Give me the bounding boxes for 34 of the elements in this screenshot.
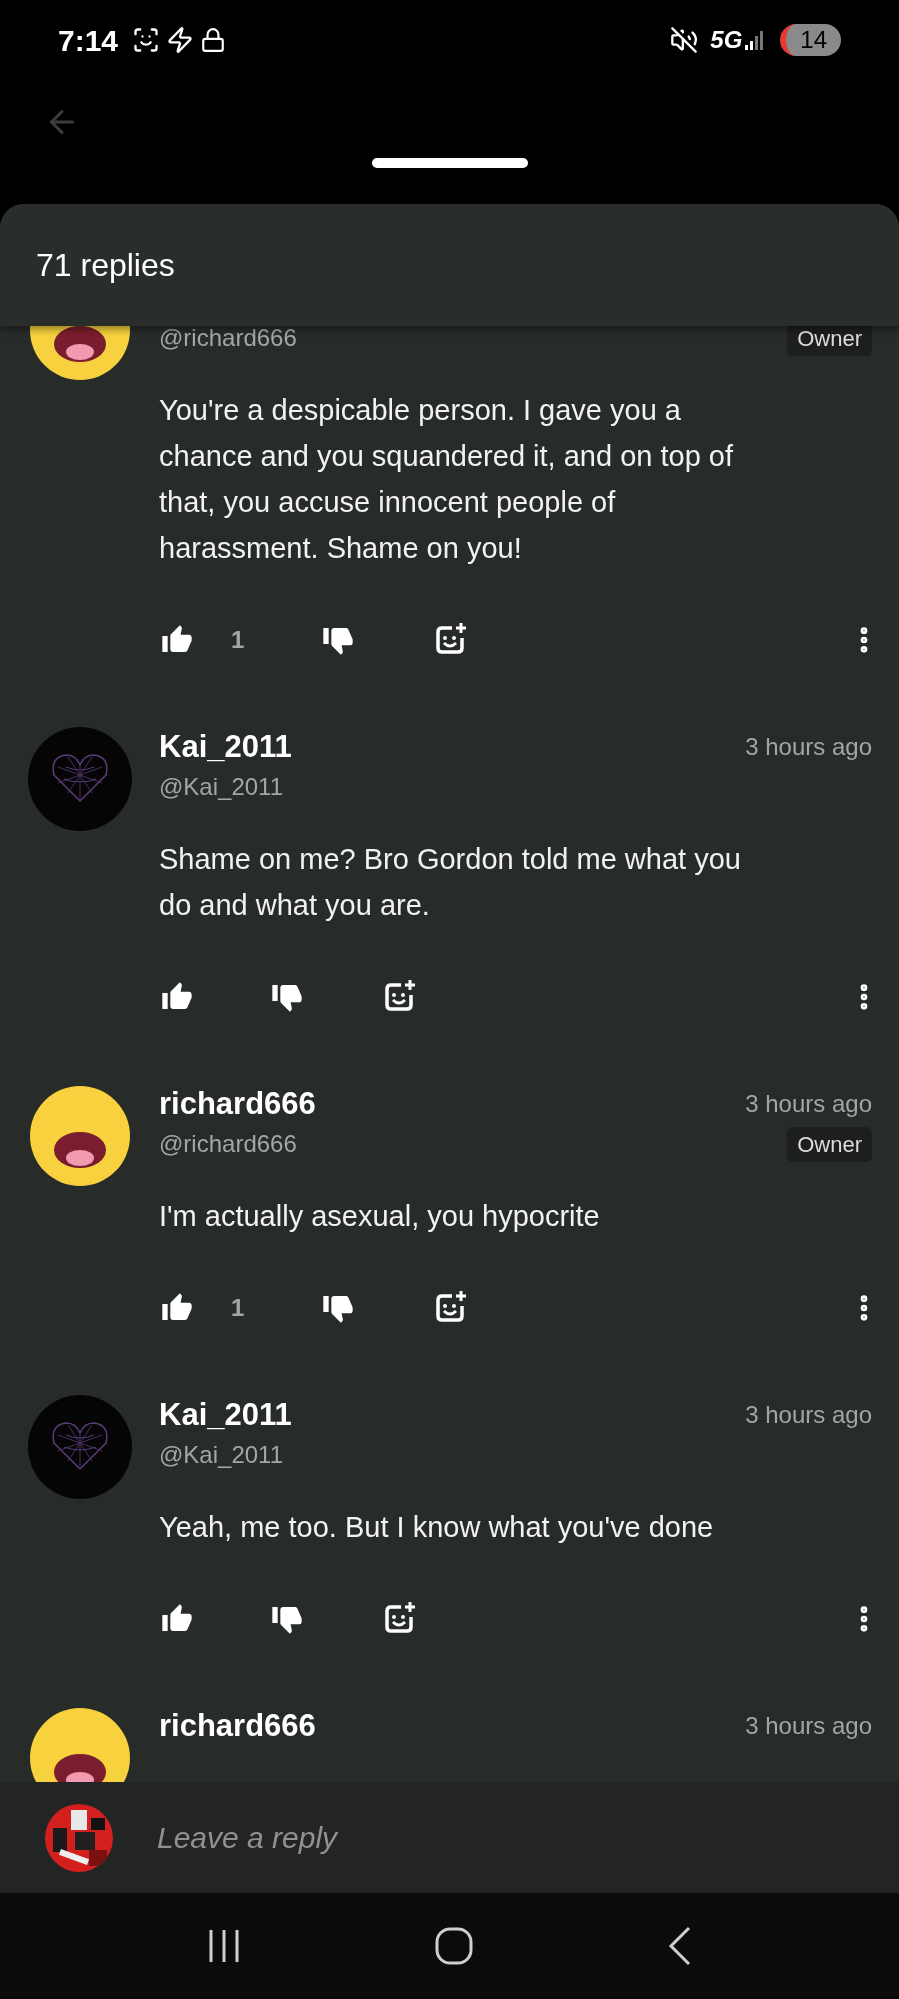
author-handle: @Kai_2011 <box>159 772 283 802</box>
lock-icon <box>200 27 227 53</box>
author-name[interactable]: richard666 <box>159 1080 316 1128</box>
reply-field[interactable]: Leave a reply <box>0 1782 899 1893</box>
network-type: 5G <box>710 25 743 55</box>
comment-text: Yeah, me too. But I know what you've done <box>159 1510 715 1545</box>
like-count: 1 <box>231 625 245 655</box>
comment-text: You're a despicable person. I gave you a chance and you squandered it, and on top of that, you accuse innocent people of harassment. Shame on you! <box>159 393 734 566</box>
timestamp: 3 hours ago <box>745 732 872 762</box>
timestamp: 3 hours ago <box>745 1711 872 1741</box>
comment-text: Shame on me? Bro Gordon told me what you do and what you are. <box>159 842 742 923</box>
battery-indicator: 14 <box>780 24 841 56</box>
screenshot-icon <box>132 26 161 54</box>
reply-input[interactable]: Leave a reply <box>157 1815 899 1860</box>
author-handle: @richard666 <box>159 1129 297 1159</box>
drag-handle[interactable] <box>371 158 528 168</box>
author-name[interactable]: richard666 <box>159 1702 316 1750</box>
author-name[interactable]: Kai_2011 <box>159 723 292 771</box>
timestamp: 3 hours ago <box>745 1089 872 1119</box>
owner-badge: Owner <box>787 326 872 356</box>
clock: 7:14 <box>58 22 119 59</box>
like-count: 1 <box>231 1293 245 1323</box>
flash-icon <box>166 26 195 54</box>
replies-count: 71 replies <box>36 246 175 285</box>
comment-text: I'm actually asexual, you hypocrite <box>159 1199 601 1234</box>
timestamp: 3 hours ago <box>745 1400 872 1430</box>
author-handle: @richard666 <box>159 326 297 353</box>
mute-icon <box>670 26 699 54</box>
owner-badge: Owner <box>787 1126 872 1162</box>
author-name[interactable]: Kai_2011 <box>159 1391 292 1439</box>
back-icon[interactable] <box>667 1926 692 1966</box>
home-icon[interactable] <box>435 1927 474 1965</box>
recent-apps-icon[interactable] <box>207 1928 242 1964</box>
author-handle: @Kai_2011 <box>159 1440 283 1470</box>
